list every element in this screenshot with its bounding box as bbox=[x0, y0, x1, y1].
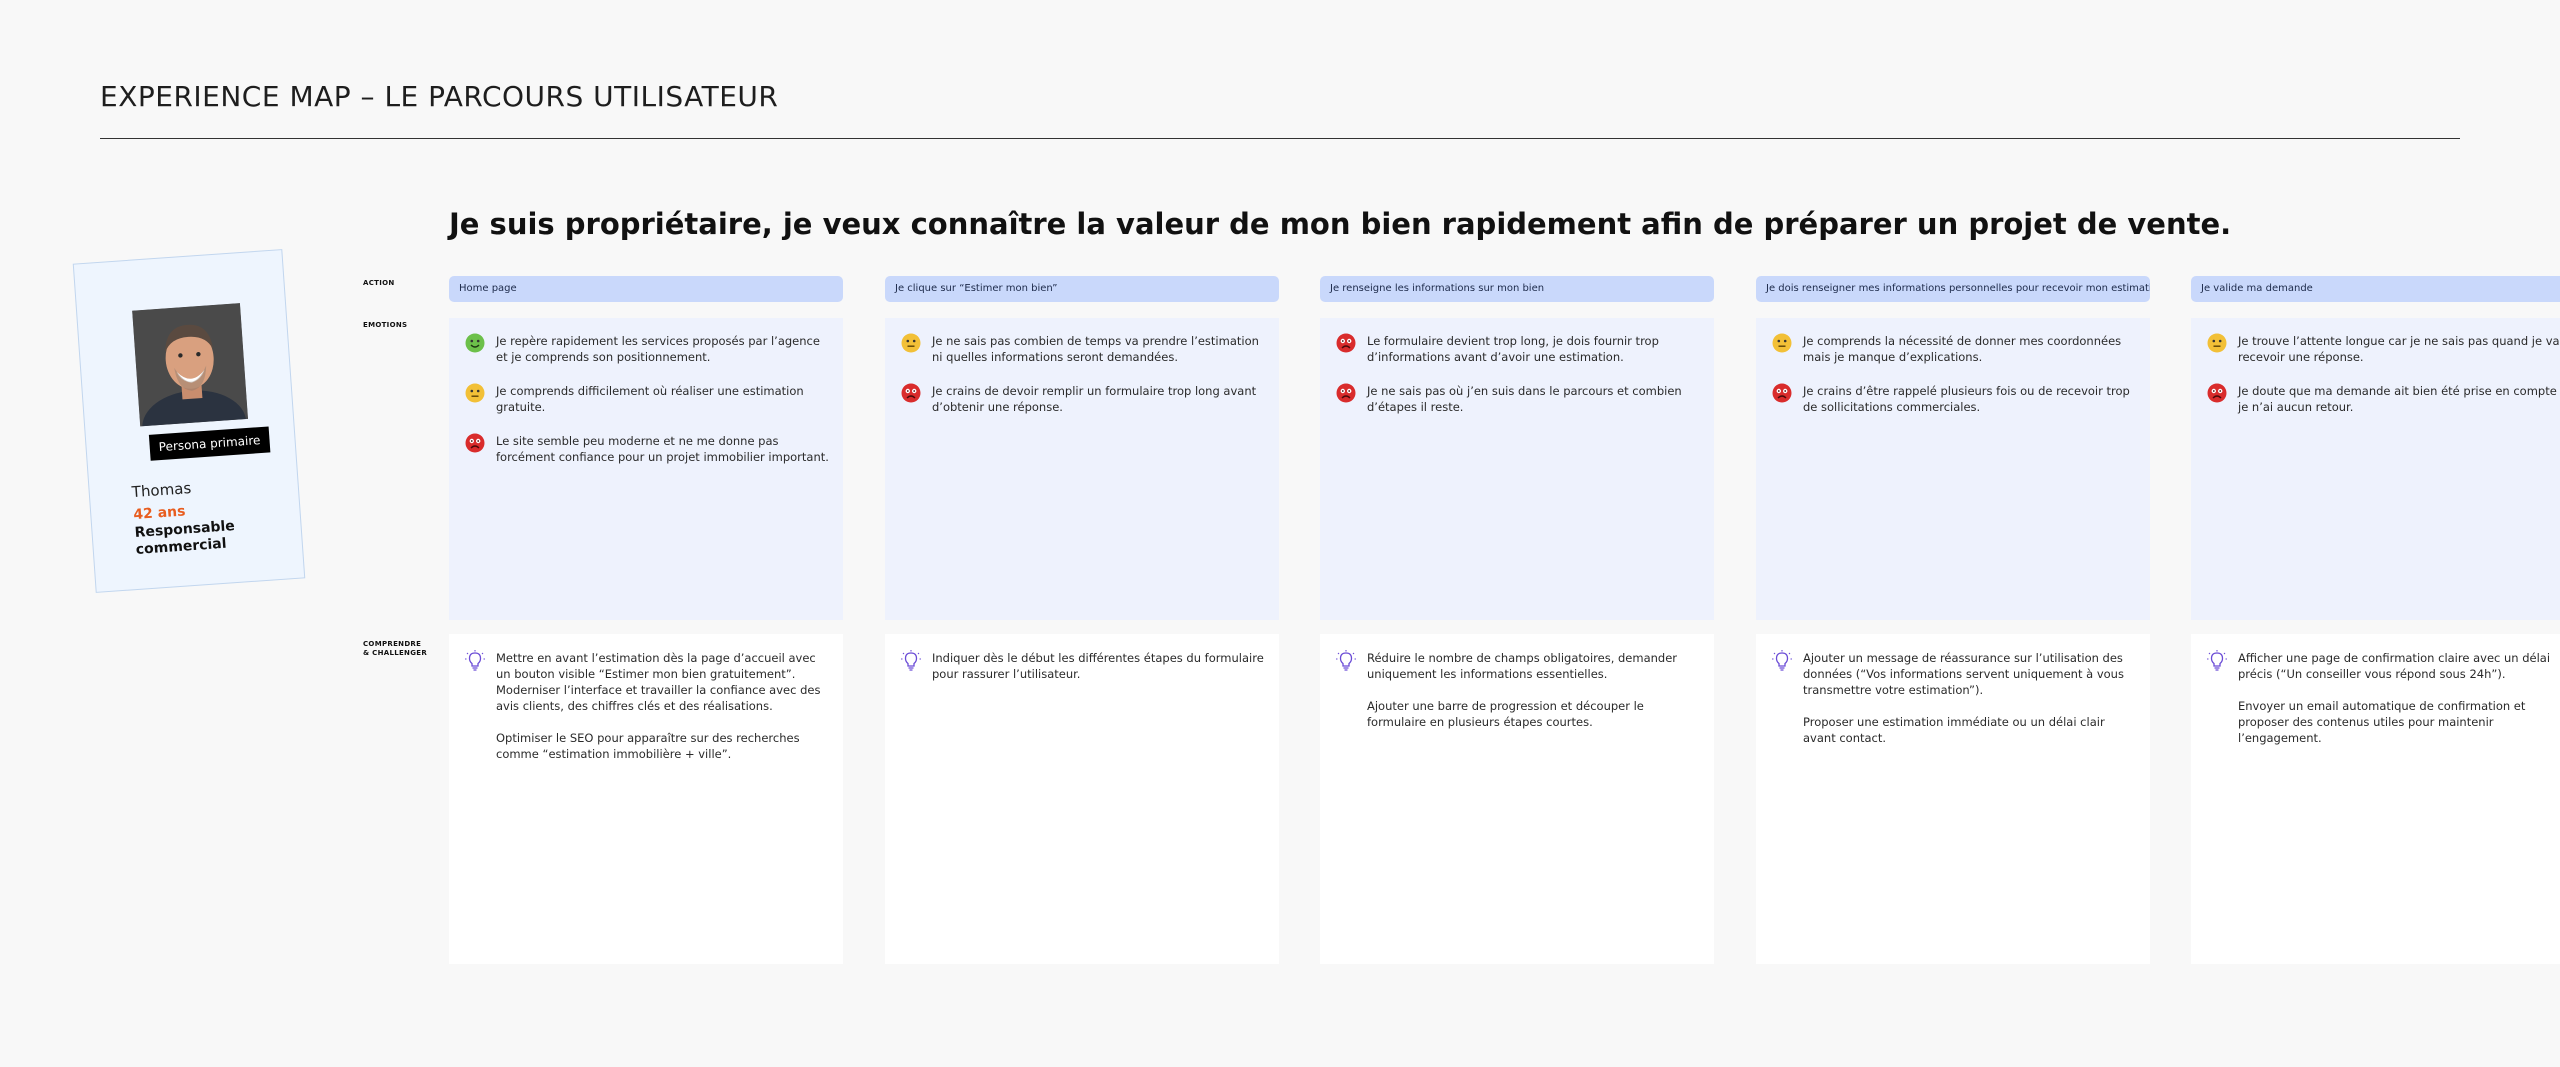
page-title: EXPERIENCE MAP – LE PARCOURS UTILISATEUR bbox=[100, 80, 779, 113]
happy-face-icon bbox=[465, 333, 485, 353]
sad-face-icon bbox=[1772, 383, 1792, 403]
emotion-item: Je repère rapidement les services propos… bbox=[465, 333, 829, 365]
challenge-paragraph: Proposer une estimation immédiate ou un … bbox=[1803, 715, 2105, 745]
experience-map-page: EXPERIENCE MAP – LE PARCOURS UTILISATEUR… bbox=[0, 0, 2560, 1067]
emotion-text: Je comprends difficilement où réaliser u… bbox=[496, 384, 804, 414]
lightbulb-icon bbox=[1772, 650, 1792, 672]
persona-badge: Persona primaire bbox=[148, 426, 271, 461]
challenge-paragraph: Indiquer dès le début les différentes ét… bbox=[932, 651, 1264, 681]
title-divider bbox=[100, 138, 2460, 139]
sad-face-icon bbox=[465, 433, 485, 453]
emotion-item: Je comprends la nécessité de donner mes … bbox=[1772, 333, 2136, 365]
emotion-cell: Je ne sais pas combien de temps va prend… bbox=[885, 318, 1279, 620]
emotion-text: Je crains de devoir remplir un formulair… bbox=[932, 384, 1257, 414]
emotion-item: Je crains de devoir remplir un formulair… bbox=[901, 383, 1265, 415]
challenge-cell: Ajouter un message de réassurance sur l’… bbox=[1756, 634, 2150, 964]
lightbulb-icon bbox=[465, 650, 485, 672]
sad-face-icon bbox=[901, 383, 921, 403]
emotion-text: Je comprends la nécessité de donner mes … bbox=[1803, 334, 2122, 364]
challenge-cell: Indiquer dès le début les différentes ét… bbox=[885, 634, 1279, 964]
persona-name: Thomas bbox=[131, 479, 192, 502]
journey-step-5: Je valide ma demande Je trouve l’attente … bbox=[2191, 276, 2560, 964]
neutral-face-icon bbox=[1772, 333, 1792, 353]
challenge-paragraph: Ajouter un message de réassurance sur l’… bbox=[1803, 651, 2124, 697]
action-cell: Je valide ma demande bbox=[2191, 276, 2560, 302]
lightbulb-icon bbox=[2207, 650, 2227, 672]
journey-step-1: Home page Je repère rapidement les servic… bbox=[449, 276, 843, 964]
challenge-paragraph: Envoyer un email automatique de confirma… bbox=[2238, 699, 2526, 745]
challenge-paragraph: Optimiser le SEO pour apparaître sur des… bbox=[496, 731, 800, 761]
persona-age: 42 ans bbox=[132, 503, 186, 524]
emotion-cell: Je comprends la nécessité de donner mes … bbox=[1756, 318, 2150, 620]
emotion-text: Je ne sais pas combien de temps va prend… bbox=[932, 334, 1259, 364]
action-cell: Home page bbox=[449, 276, 843, 302]
emotion-cell: Je trouve l’attente longue car je ne sai… bbox=[2191, 318, 2560, 620]
journey-step-3: Je renseigne les informations sur mon bi… bbox=[1320, 276, 1714, 964]
emotion-text: Je trouve l’attente longue car je ne sai… bbox=[2238, 334, 2560, 364]
challenge-cell: Afficher une page de confirmation claire… bbox=[2191, 634, 2560, 964]
action-cell: Je clique sur “Estimer mon bien” bbox=[885, 276, 1279, 302]
emotion-item: Je doute que ma demande ait bien été pri… bbox=[2207, 383, 2560, 415]
user-story-headline: Je suis propriétaire, je veux connaître … bbox=[449, 207, 2232, 241]
emotion-item: Je comprends difficilement où réaliser u… bbox=[465, 383, 829, 415]
challenge-paragraph: Ajouter une barre de progression et déco… bbox=[1367, 699, 1644, 729]
emotion-item: Je ne sais pas où j’en suis dans le parc… bbox=[1336, 383, 1700, 415]
row-label-challenge-line1: COMPRENDRE bbox=[363, 640, 422, 648]
emotion-cell: Je repère rapidement les services propos… bbox=[449, 318, 843, 620]
neutral-face-icon bbox=[465, 383, 485, 403]
sad-face-icon bbox=[2207, 383, 2227, 403]
lightbulb-icon bbox=[901, 650, 921, 672]
challenge-cell: Réduire le nombre de champs obligatoires… bbox=[1320, 634, 1714, 964]
persona-portrait-icon bbox=[132, 303, 248, 427]
persona-job: Responsable commercial bbox=[134, 518, 236, 559]
emotion-text: Je crains d’être rappelé plusieurs fois … bbox=[1803, 384, 2130, 414]
emotion-item: Je trouve l’attente longue car je ne sai… bbox=[2207, 333, 2560, 365]
journey-step-2: Je clique sur “Estimer mon bien” Je ne sa… bbox=[885, 276, 1279, 964]
sad-face-icon bbox=[1336, 333, 1356, 353]
lightbulb-icon bbox=[1336, 650, 1356, 672]
neutral-face-icon bbox=[901, 333, 921, 353]
persona-avatar bbox=[132, 303, 248, 427]
challenge-paragraph: Afficher une page de confirmation claire… bbox=[2238, 651, 2551, 681]
emotion-item: Je crains d’être rappelé plusieurs fois … bbox=[1772, 383, 2136, 415]
emotion-item: Le site semble peu moderne et ne me donn… bbox=[465, 433, 829, 465]
challenge-text: Indiquer dès le début les différentes ét… bbox=[932, 650, 1265, 698]
emotion-text: Je doute que ma demande ait bien été pri… bbox=[2238, 384, 2560, 414]
challenge-text: Afficher une page de confirmation claire… bbox=[2238, 650, 2560, 762]
emotion-text: Je ne sais pas où j’en suis dans le parc… bbox=[1367, 384, 1682, 414]
challenge-text: Mettre en avant l’estimation dès la page… bbox=[496, 650, 829, 778]
row-label-challenge: COMPRENDRE & CHALLENGER bbox=[363, 640, 427, 658]
emotion-text: Je repère rapidement les services propos… bbox=[496, 334, 820, 364]
emotion-item: Le formulaire devient trop long, je dois… bbox=[1336, 333, 1700, 365]
emotion-text: Le formulaire devient trop long, je dois… bbox=[1367, 334, 1659, 364]
neutral-face-icon bbox=[2207, 333, 2227, 353]
challenge-paragraph: Réduire le nombre de champs obligatoires… bbox=[1367, 651, 1678, 681]
journey-step-4: Je dois renseigner mes informations pers… bbox=[1756, 276, 2150, 964]
challenge-paragraph: Mettre en avant l’estimation dès la page… bbox=[496, 651, 821, 713]
persona-card: Persona primaire Thomas 42 ans Responsab… bbox=[72, 249, 306, 593]
sad-face-icon bbox=[1336, 383, 1356, 403]
emotion-text: Le site semble peu moderne et ne me donn… bbox=[496, 434, 829, 464]
challenge-cell: Mettre en avant l’estimation dès la page… bbox=[449, 634, 843, 964]
row-label-emotions: EMOTIONS bbox=[363, 321, 408, 329]
action-cell: Je dois renseigner mes informations pers… bbox=[1756, 276, 2150, 302]
action-cell: Je renseigne les informations sur mon bi… bbox=[1320, 276, 1714, 302]
row-label-challenge-line2: & CHALLENGER bbox=[363, 649, 428, 657]
challenge-text: Ajouter un message de réassurance sur l’… bbox=[1803, 650, 2136, 762]
emotion-item: Je ne sais pas combien de temps va prend… bbox=[901, 333, 1265, 365]
row-label-action: ACTION bbox=[363, 279, 395, 287]
emotion-cell: Le formulaire devient trop long, je dois… bbox=[1320, 318, 1714, 620]
challenge-text: Réduire le nombre de champs obligatoires… bbox=[1367, 650, 1700, 746]
